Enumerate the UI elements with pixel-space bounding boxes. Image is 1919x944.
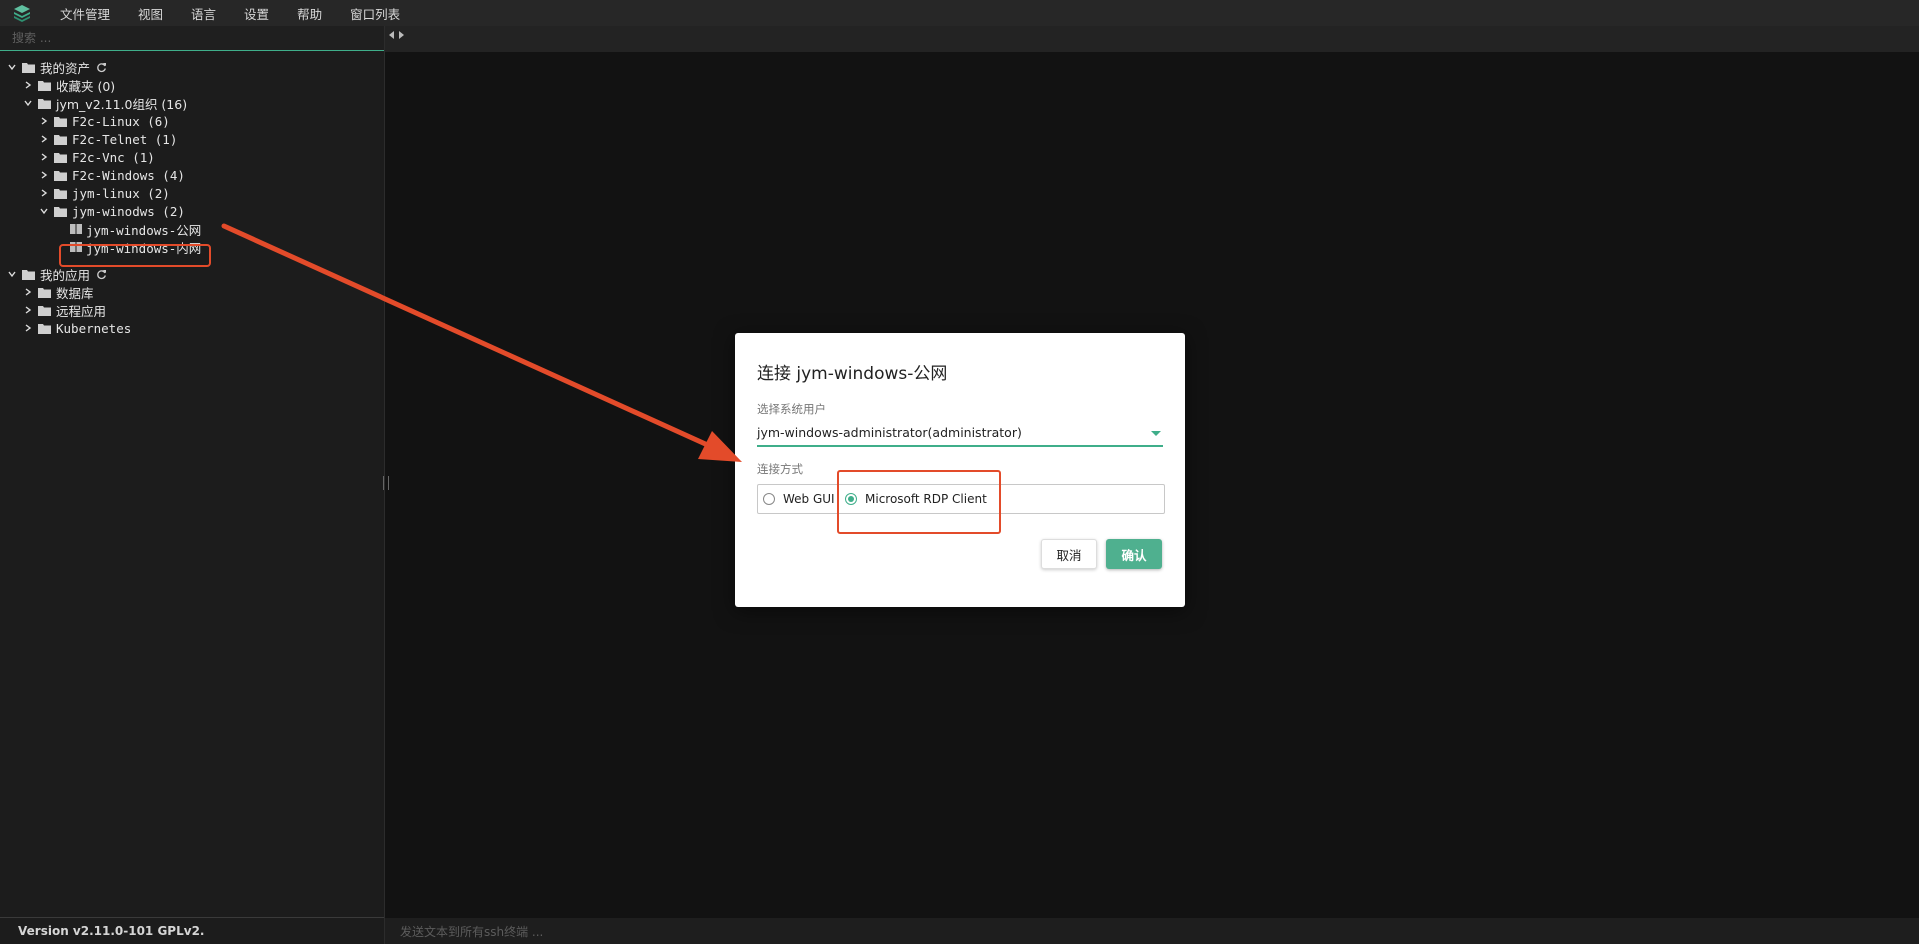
annotation-highlight-box (837, 470, 1001, 534)
tree-label: 收藏夹 (0) (56, 78, 116, 94)
tree-label: Kubernetes (56, 320, 132, 336)
chevron-down-icon[interactable] (38, 205, 50, 217)
menu-window-list[interactable]: 窗口列表 (350, 4, 400, 23)
chevron-down-icon[interactable] (6, 268, 18, 280)
tree-label: jym-windows-公网 (86, 222, 202, 238)
folder-open-icon (22, 62, 36, 73)
method-label: 连接方式 (757, 462, 803, 476)
system-user-select[interactable]: jym-windows-administrator(administrator) (757, 423, 1163, 447)
chevron-right-icon[interactable] (38, 151, 50, 163)
radio-label: Web GUI (783, 492, 835, 506)
menu-language[interactable]: 语言 (191, 4, 216, 23)
folder-icon (54, 116, 68, 127)
batch-input-bar[interactable]: 发送文本到所有ssh终端 ... (385, 918, 1919, 944)
tree-label: 我的应用 (40, 267, 91, 283)
tree-label: 远程应用 (56, 303, 107, 319)
tree-database[interactable]: 数据库 (22, 283, 94, 301)
menu-help[interactable]: 帮助 (297, 4, 322, 23)
chevron-down-icon[interactable] (22, 97, 34, 109)
chevron-down-icon[interactable] (6, 61, 18, 73)
tree-favorites[interactable]: 收藏夹 (0) (22, 76, 115, 94)
folder-icon (38, 287, 52, 298)
chevron-right-icon[interactable] (22, 304, 34, 316)
folder-icon (54, 188, 68, 199)
version-footer: Version v2.11.0-101 GPLv2. (0, 917, 384, 944)
tab-bar (385, 26, 1919, 52)
caret-down-icon (1151, 431, 1161, 436)
tree-jym-winodws[interactable]: jym-winodws (2) (38, 202, 185, 220)
system-user-value: jym-windows-administrator(administrator) (757, 425, 1022, 440)
tree-f2c-telnet[interactable]: F2c-Telnet (1) (38, 130, 177, 148)
folder-open-icon (54, 206, 68, 217)
tree-remote-app[interactable]: 远程应用 (22, 301, 106, 319)
tree-label: jym-linux (2) (72, 185, 170, 201)
tree-label: F2c-Windows (4) (72, 167, 185, 183)
tree-label: F2c-Telnet (1) (72, 131, 178, 147)
connect-dialog: 连接 jym-windows-公网 选择系统用户 jym-windows-adm… (735, 333, 1185, 607)
folder-icon (38, 305, 52, 316)
collapse-arrows-icon (389, 31, 404, 39)
menu-view[interactable]: 视图 (138, 4, 163, 23)
menu-file-manager[interactable]: 文件管理 (60, 4, 110, 23)
folder-open-icon (22, 269, 36, 280)
tree-org[interactable]: jym_v2.11.0组织 (16) (22, 94, 187, 112)
tree-my-apps[interactable]: 我的应用 (6, 265, 107, 283)
stack-logo-icon (12, 2, 38, 24)
search-box (0, 26, 384, 51)
radio-web-gui[interactable]: Web GUI (763, 485, 835, 513)
cancel-button[interactable]: 取消 (1041, 539, 1097, 569)
panel-resize-handle[interactable] (383, 476, 389, 490)
menu-bar: 文件管理 视图 语言 设置 帮助 窗口列表 (0, 0, 1919, 27)
chevron-right-icon[interactable] (38, 169, 50, 181)
tree-label: 数据库 (56, 285, 94, 301)
version-text: Version v2.11.0-101 GPLv2. (18, 924, 205, 938)
batch-input-placeholder: 发送文本到所有ssh终端 ... (400, 924, 544, 939)
chevron-right-icon[interactable] (38, 115, 50, 127)
tree-label: F2c-Linux (6) (72, 113, 170, 129)
tree-kubernetes[interactable]: Kubernetes (22, 319, 131, 337)
refresh-icon[interactable] (96, 269, 107, 280)
confirm-button[interactable]: 确认 (1106, 539, 1162, 569)
panel-toggle[interactable] (388, 30, 406, 40)
tree-win-public[interactable]: jym-windows-公网 (70, 220, 201, 238)
chevron-right-icon[interactable] (38, 187, 50, 199)
windows-host-icon (70, 224, 82, 234)
chevron-right-icon[interactable] (22, 286, 34, 298)
dialog-title: 连接 jym-windows-公网 (757, 364, 948, 384)
folder-icon (54, 134, 68, 145)
user-label: 选择系统用户 (757, 402, 826, 416)
tree-f2c-vnc[interactable]: F2c-Vnc (1) (38, 148, 155, 166)
radio-unchecked-icon (763, 493, 775, 505)
annotation-highlight-box (59, 244, 211, 267)
tree-f2c-linux[interactable]: F2c-Linux (6) (38, 112, 170, 130)
tree-f2c-windows[interactable]: F2c-Windows (4) (38, 166, 185, 184)
tree-my-assets[interactable]: 我的资产 (6, 58, 107, 76)
chevron-right-icon[interactable] (22, 322, 34, 334)
folder-open-icon (38, 98, 52, 109)
folder-icon (54, 170, 68, 181)
search-input[interactable] (10, 26, 384, 50)
refresh-icon[interactable] (96, 62, 107, 73)
chevron-right-icon[interactable] (38, 133, 50, 145)
tree-label: jym-winodws (2) (72, 203, 185, 219)
tree-label: 我的资产 (40, 60, 91, 76)
folder-icon (38, 80, 52, 91)
folder-icon (54, 152, 68, 163)
asset-tree-panel: 我的资产 收藏夹 (0) jym_v2.11.0组织 (16) F2c-Linu… (0, 26, 385, 944)
folder-icon (38, 323, 52, 334)
tree-label: F2c-Vnc (1) (72, 149, 155, 165)
tree-label: jym_v2.11.0组织 (16) (56, 96, 188, 112)
tree-jym-linux[interactable]: jym-linux (2) (38, 184, 170, 202)
menu-settings[interactable]: 设置 (244, 4, 269, 23)
chevron-right-icon[interactable] (22, 79, 34, 91)
